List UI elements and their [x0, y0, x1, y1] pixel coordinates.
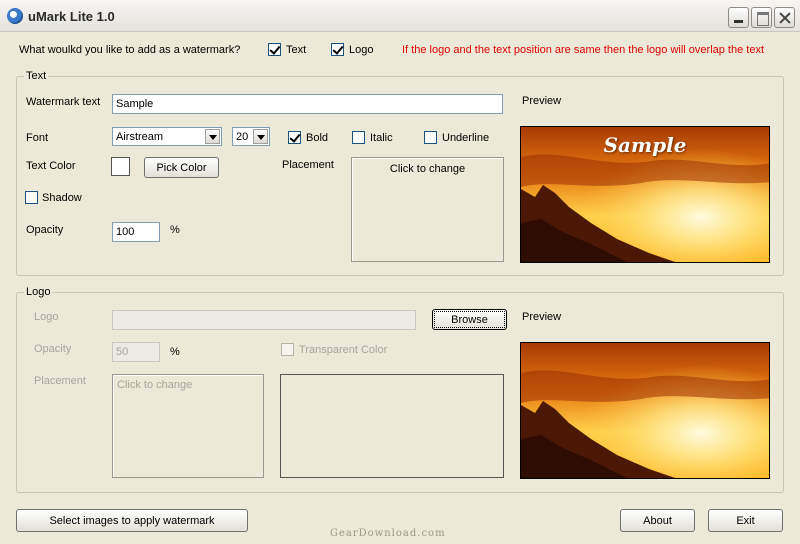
- font-select-value: Airstream: [116, 131, 164, 143]
- chevron-down-icon[interactable]: [205, 129, 220, 144]
- opacity-label: Opacity: [26, 224, 64, 236]
- italic-checkbox[interactable]: [352, 131, 365, 144]
- umark-app-icon[interactable]: [7, 8, 23, 24]
- watermark-question: What woulkd you like to add as a waterma…: [19, 44, 241, 56]
- logo-placement-label: Placement: [34, 375, 86, 387]
- minimize-icon[interactable]: [728, 7, 749, 28]
- window-title: uMark Lite 1.0: [28, 9, 115, 24]
- text-color-label: Text Color: [26, 160, 76, 172]
- logo-opacity-label: Opacity: [34, 343, 72, 355]
- italic-label[interactable]: Italic: [370, 132, 393, 144]
- font-size-value: 20: [236, 131, 249, 143]
- logo-preview-label: Preview: [522, 311, 562, 323]
- font-select[interactable]: Airstream: [112, 127, 222, 146]
- logo-image-box: [280, 374, 504, 478]
- maximize-icon[interactable]: [751, 7, 772, 28]
- logo-path-input[interactable]: [112, 310, 416, 330]
- text-option-checkbox[interactable]: [268, 43, 281, 56]
- title-bar: uMark Lite 1.0: [0, 0, 800, 32]
- logo-placement-caption: Click to change: [117, 379, 193, 391]
- logo-opacity-input[interactable]: 50: [112, 342, 160, 362]
- about-button[interactable]: About: [620, 509, 695, 532]
- pick-color-button[interactable]: Pick Color: [144, 157, 219, 178]
- overlap-note: If the logo and the text position are sa…: [402, 44, 765, 56]
- chevron-down-icon[interactable]: [253, 129, 268, 144]
- logo-option-label[interactable]: Logo: [349, 44, 373, 56]
- text-option-label[interactable]: Text: [286, 44, 306, 56]
- shadow-label[interactable]: Shadow: [42, 192, 82, 204]
- preview-watermark-text: Sample: [603, 133, 687, 157]
- text-group-label: Text: [24, 70, 49, 82]
- logo-option-checkbox[interactable]: [331, 43, 344, 56]
- watermark-text-input[interactable]: Sample: [112, 94, 503, 114]
- exit-button[interactable]: Exit: [708, 509, 783, 532]
- transparent-color-checkbox[interactable]: [281, 343, 294, 356]
- font-size-select[interactable]: 20: [232, 127, 270, 146]
- logo-preview-image: [520, 342, 770, 479]
- text-color-swatch: [111, 157, 130, 176]
- text-preview-label: Preview: [522, 95, 562, 107]
- text-preview-image: Sample: [520, 126, 770, 263]
- transparent-color-label[interactable]: Transparent Color: [299, 344, 387, 356]
- logo-path-label: Logo: [34, 311, 59, 323]
- text-placement-caption: Click to change: [389, 163, 466, 175]
- font-label: Font: [26, 132, 49, 144]
- opacity-percent: %: [170, 224, 180, 236]
- opacity-input[interactable]: 100: [112, 222, 160, 242]
- text-placement-button[interactable]: Click to change: [351, 157, 504, 262]
- underline-label[interactable]: Underline: [442, 132, 489, 144]
- logo-group-label: Logo: [24, 286, 53, 298]
- bold-checkbox[interactable]: [288, 131, 301, 144]
- logo-placement-button[interactable]: Click to change: [112, 374, 264, 478]
- underline-checkbox[interactable]: [424, 131, 437, 144]
- bold-label[interactable]: Bold: [306, 132, 328, 144]
- watermark-text-label: Watermark text: [26, 96, 101, 108]
- geardownload-watermark: GearDownload.com: [330, 528, 446, 539]
- logo-opacity-percent: %: [170, 346, 180, 358]
- text-placement-label: Placement: [282, 159, 334, 171]
- close-icon[interactable]: [774, 7, 795, 28]
- select-images-button[interactable]: Select images to apply watermark: [16, 509, 248, 532]
- browse-button[interactable]: Browse: [432, 309, 507, 330]
- shadow-checkbox[interactable]: [25, 191, 38, 204]
